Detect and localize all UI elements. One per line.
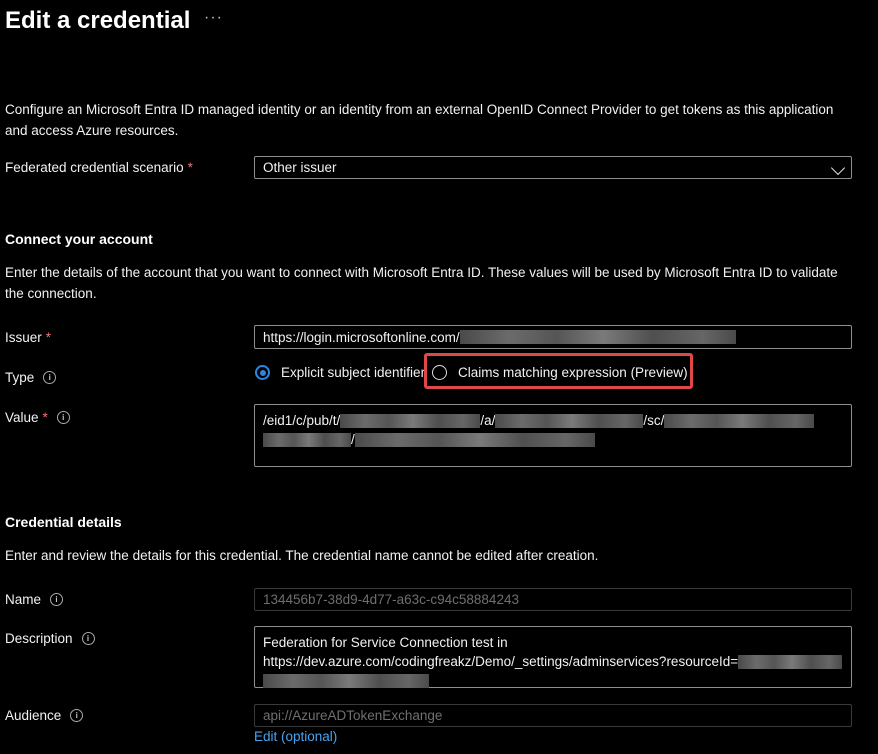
required-mark: *: [45, 330, 52, 345]
issuer-label-text: Issuer: [5, 330, 42, 345]
name-value: 134456b7-38d9-4d77-a63c-c94c58884243: [263, 592, 519, 607]
redacted-block: [459, 330, 736, 344]
details-description: Enter and review the details for this cr…: [5, 548, 599, 563]
description-textarea[interactable]: Federation for Service Connection test i…: [254, 626, 852, 690]
name-input: 134456b7-38d9-4d77-a63c-c94c58884243: [254, 588, 852, 611]
radio-unselected[interactable]: [432, 365, 447, 380]
intro-text: Configure an Microsoft Entra ID managed …: [5, 102, 834, 138]
audience-input: api://AzureADTokenExchange: [254, 704, 852, 727]
info-icon[interactable]: i: [70, 709, 84, 722]
details-heading: Credential details: [5, 514, 122, 530]
issuer-input[interactable]: https://login.microsoftonline.com/: [254, 325, 852, 349]
info-icon[interactable]: i: [81, 632, 95, 645]
value-label: Value * i: [5, 410, 70, 425]
audience-value: api://AzureADTokenExchange: [263, 708, 443, 723]
scenario-label-text: Federated credential scenario: [5, 160, 184, 175]
issuer-value: https://login.microsoftonline.com/: [263, 329, 460, 345]
audience-edit-link[interactable]: Edit (optional): [254, 729, 337, 744]
value-line-2: /: [263, 430, 595, 449]
redacted-block: [738, 655, 843, 670]
name-label: Name i: [5, 592, 64, 607]
redacted-block: [354, 433, 595, 448]
name-label-text: Name: [5, 592, 42, 607]
redacted-block: [263, 433, 351, 448]
value-line-1: /eid1/c/pub/t/ /a/ /sc/: [263, 411, 815, 430]
redacted-block: [495, 414, 644, 429]
required-mark: *: [187, 160, 193, 175]
required-mark: *: [42, 410, 48, 425]
info-icon[interactable]: i: [50, 593, 64, 606]
type-label-text: Type: [5, 370, 35, 385]
description-url: https://dev.azure.com/codingfreakz/Demo/…: [263, 654, 739, 669]
value-label-text: Value: [5, 410, 39, 425]
description-line-2: https://dev.azure.com/codingfreakz/Demo/…: [263, 652, 843, 671]
page-title: Edit a credential: [5, 7, 191, 34]
chevron-down-icon: [830, 160, 846, 176]
scenario-dropdown[interactable]: Other issuer: [254, 156, 852, 179]
description-label-text: Description: [5, 631, 73, 646]
more-icon[interactable]: ···: [204, 9, 223, 27]
type-option-explicit-label: Explicit subject identifier: [281, 365, 426, 380]
scenario-value: Other issuer: [263, 160, 337, 175]
value-textarea[interactable]: /eid1/c/pub/t/ /a/ /sc/ /: [254, 404, 852, 467]
description-label: Description i: [5, 631, 95, 646]
value-part: /eid1/c/pub/t/: [263, 413, 341, 428]
type-option-explicit[interactable]: Explicit subject identifier: [255, 365, 425, 380]
audience-label-text: Audience: [5, 708, 62, 723]
connect-heading: Connect your account: [5, 231, 153, 247]
info-icon[interactable]: i: [43, 371, 57, 384]
redacted-block: [340, 414, 481, 429]
type-option-claims[interactable]: Claims matching expression (Preview): [432, 365, 688, 380]
description-line-1: Federation for Service Connection test i…: [263, 635, 508, 650]
type-option-claims-label: Claims matching expression (Preview): [458, 365, 688, 380]
issuer-label: Issuer *: [5, 330, 51, 345]
scenario-label: Federated credential scenario *: [5, 160, 193, 175]
value-part: /sc/: [643, 413, 665, 428]
connect-description: Enter the details of the account that yo…: [5, 265, 838, 301]
audience-label: Audience i: [5, 708, 84, 723]
description-line-3: [263, 671, 429, 690]
radio-selected[interactable]: [255, 365, 270, 380]
redacted-block: [263, 674, 429, 689]
value-part: /a/: [480, 413, 496, 428]
type-label: Type i: [5, 370, 57, 385]
info-icon[interactable]: i: [56, 411, 70, 424]
redacted-block: [664, 414, 815, 429]
